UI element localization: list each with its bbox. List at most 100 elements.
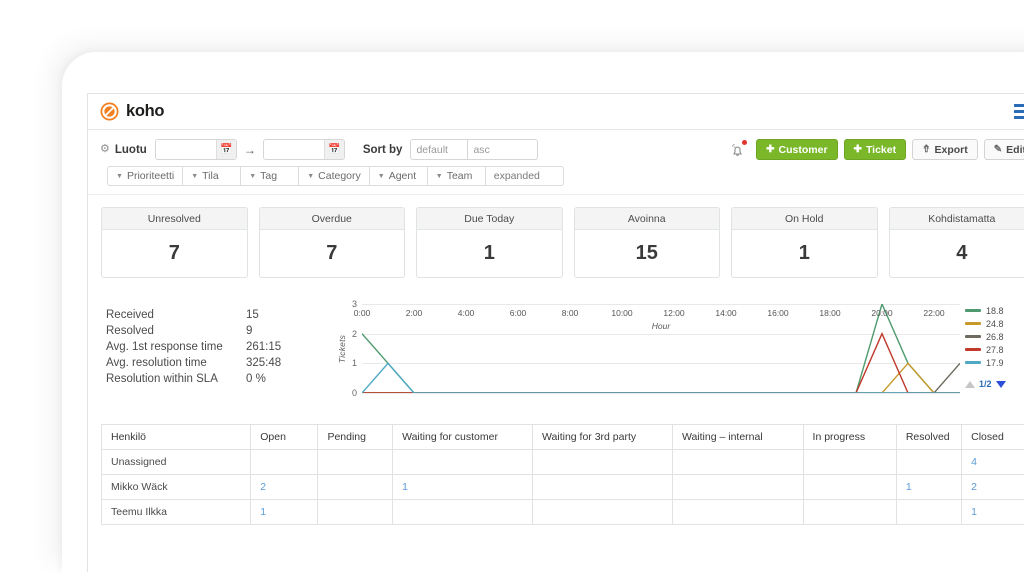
kpi-value: 4 (890, 230, 1024, 277)
table-cell-count[interactable]: 1 (251, 500, 318, 525)
hourly-tickets-chart: Tickets 01230:002:004:006:008:0010:0012:… (336, 300, 1024, 410)
chart-x-tick: 8:00 (562, 308, 579, 318)
table-header-cell[interactable]: Closed (962, 425, 1024, 450)
legend-label: 26.8 (986, 332, 1004, 342)
gear-icon[interactable]: ⚙ (100, 144, 110, 155)
chevron-down-icon: ▼ (249, 173, 256, 180)
table-cell-count (393, 500, 533, 525)
date-to-input[interactable] (264, 140, 324, 159)
table-cell-count[interactable]: 1 (393, 475, 533, 500)
summary-stat-value: 9 (246, 323, 252, 339)
summary-stat-row: Resolved9 (106, 323, 336, 339)
chevron-down-icon: ▼ (378, 173, 385, 180)
table-cell-count (803, 450, 896, 475)
chart-y-tick: 2 (352, 329, 357, 339)
date-to-field[interactable]: 📅 (263, 139, 345, 160)
add-customer-button[interactable]: ✚ Customer (756, 139, 837, 160)
kpi-title: Avoinna (575, 208, 720, 230)
chart-legend-item[interactable]: 27.8 (965, 343, 1024, 356)
kpi-value: 15 (575, 230, 720, 277)
filter-chip-label: Agent (389, 170, 416, 182)
table-cell-count (672, 500, 803, 525)
upload-icon: ⇮ (922, 144, 930, 155)
plus-icon: ✚ (854, 144, 862, 155)
filter-chip-tag[interactable]: ▼Tag (241, 166, 299, 186)
kpi-card-unresolved[interactable]: Unresolved7 (101, 207, 248, 278)
table-body: Unassigned4Mikko Wäck2112Teemu Ilkka11 (102, 450, 1024, 525)
chart-legend-item[interactable]: 24.8 (965, 317, 1024, 330)
app-header: koho (88, 94, 1024, 130)
chart-series-line (362, 363, 960, 393)
add-customer-label: Customer (779, 144, 828, 156)
kpi-card-avoinna[interactable]: Avoinna15 (574, 207, 721, 278)
brand-logo[interactable]: koho (100, 102, 164, 121)
table-cell-count (533, 500, 673, 525)
legend-page-indicator: 1/2 (979, 379, 992, 389)
agent-status-table-wrap: HenkilöOpenPendingWaiting for customerWa… (88, 410, 1024, 525)
table-row[interactable]: Unassigned4 (102, 450, 1024, 475)
filter-chip-team[interactable]: ▼Team (428, 166, 486, 186)
legend-label: 18.8 (986, 306, 1004, 316)
table-row[interactable]: Mikko Wäck2112 (102, 475, 1024, 500)
kpi-card-row: Unresolved7Overdue7Due Today1Avoinna15On… (88, 195, 1024, 278)
filter-chip-label: Prioriteetti (127, 170, 174, 182)
summary-stat-value: 261:15 (246, 339, 281, 355)
chart-plot-area: 01230:002:004:006:008:0010:0012:0014:001… (362, 304, 960, 393)
legend-label: 27.8 (986, 345, 1004, 355)
table-cell-count[interactable]: 1 (896, 475, 961, 500)
edit-button[interactable]: ✎ Edit (984, 139, 1024, 160)
filter-chip-agent[interactable]: ▼ Agent (370, 166, 428, 186)
triangle-up-icon[interactable] (965, 381, 975, 388)
chevron-down-icon: ▼ (191, 173, 198, 180)
export-button[interactable]: ⇮ Export (912, 139, 978, 160)
kpi-value: 1 (417, 230, 562, 277)
calendar-icon[interactable]: 📅 (216, 140, 236, 159)
chevron-down-icon: ▼ (436, 173, 443, 180)
chart-x-tick: 16:00 (767, 308, 788, 318)
add-ticket-button[interactable]: ✚ Ticket (844, 139, 907, 160)
table-header-cell[interactable]: Henkilö (102, 425, 251, 450)
chevron-down-icon: ▼ (116, 173, 123, 180)
table-header-cell[interactable]: In progress (803, 425, 896, 450)
kpi-card-overdue[interactable]: Overdue7 (259, 207, 406, 278)
table-cell-count[interactable]: 1 (962, 500, 1024, 525)
filter-chip-tila[interactable]: ▼Tila (183, 166, 241, 186)
date-from-input[interactable] (156, 140, 216, 159)
calendar-icon[interactable]: 📅 (324, 140, 344, 159)
kpi-card-due-today[interactable]: Due Today1 (416, 207, 563, 278)
kpi-card-kohdistamatta[interactable]: Kohdistamatta4 (889, 207, 1024, 278)
table-header-cell[interactable]: Waiting for customer (393, 425, 533, 450)
hamburger-menu-icon[interactable] (1013, 101, 1024, 122)
summary-stat-label: Resolution within SLA (106, 371, 246, 387)
triangle-down-icon[interactable] (996, 381, 1006, 388)
table-cell-count (533, 475, 673, 500)
date-from-field[interactable]: 📅 (155, 139, 237, 160)
legend-label: 17.9 (986, 358, 1004, 368)
table-cell-count[interactable]: 2 (251, 475, 318, 500)
table-header-cell[interactable]: Waiting for 3rd party (533, 425, 673, 450)
notification-bell-icon[interactable] (729, 141, 746, 159)
filter-chip-label: Category (318, 170, 361, 182)
table-header-cell[interactable]: Resolved (896, 425, 961, 450)
table-header-cell[interactable]: Pending (318, 425, 393, 450)
table-header-cell[interactable]: Waiting – internal (672, 425, 803, 450)
table-cell-count[interactable]: 4 (962, 450, 1024, 475)
summary-stat-label: Avg. 1st response time (106, 339, 246, 355)
chart-legend-item[interactable]: 26.8 (965, 330, 1024, 343)
chart-legend-item[interactable]: 18.8 (965, 304, 1024, 317)
sort-direction-input[interactable] (468, 139, 538, 160)
chart-y-axis-label: Tickets (337, 335, 347, 363)
sort-field-input[interactable] (410, 139, 468, 160)
summary-and-chart: Received15Resolved9Avg. 1st response tim… (88, 278, 1024, 410)
table-header-cell[interactable]: Open (251, 425, 318, 450)
legend-color-swatch (965, 309, 981, 312)
chart-x-axis-label: Hour (652, 321, 670, 331)
filter-chip-category[interactable]: ▼Category (299, 166, 370, 186)
chart-legend-item[interactable]: 17.9 (965, 356, 1024, 369)
chart-y-tick: 1 (352, 358, 357, 368)
kpi-card-on-hold[interactable]: On Hold1 (731, 207, 878, 278)
filter-chip-expanded[interactable]: expanded (486, 166, 564, 186)
filter-chip-prioriteetti[interactable]: ▼ Prioriteetti (107, 166, 183, 186)
table-row[interactable]: Teemu Ilkka11 (102, 500, 1024, 525)
table-cell-count[interactable]: 2 (962, 475, 1024, 500)
